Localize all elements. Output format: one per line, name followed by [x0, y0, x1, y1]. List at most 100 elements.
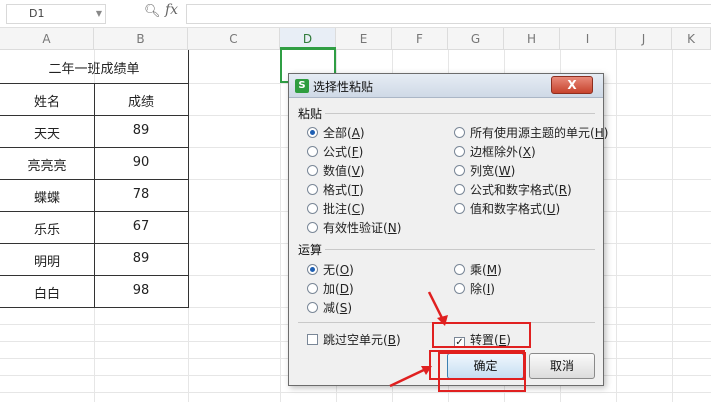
annotation-arrow-ok [389, 366, 432, 388]
name-box-value: D1 [29, 7, 45, 20]
radio-indicator [454, 146, 465, 157]
option-label: 批注 [323, 202, 348, 216]
radio-op-divide[interactable]: 除(I) [454, 280, 495, 297]
radio-op-none[interactable]: 无(O) [307, 261, 354, 278]
option-label: 减 [323, 301, 336, 315]
table-border [188, 50, 189, 308]
option-label: 除 [470, 282, 483, 296]
option-shortcut: N [387, 221, 397, 235]
zoom-search-icon[interactable]: 🔍︎ [144, 4, 161, 19]
radio-indicator [454, 283, 465, 294]
grid-line [0, 392, 711, 393]
radio-paste-validation[interactable]: 有效性验证(N) [307, 219, 401, 236]
cancel-button[interactable]: 取消 [529, 353, 595, 379]
col-header-h[interactable]: H [504, 28, 560, 50]
option-shortcut: R [558, 183, 568, 197]
name-box[interactable]: D1 ▼ [6, 4, 106, 24]
option-label: 公式 [323, 145, 348, 159]
option-label: 边框除外 [470, 145, 519, 159]
option-label: 无 [323, 263, 336, 277]
col-header-c[interactable]: C [188, 28, 280, 50]
option-label: 跳过空单元 [323, 333, 384, 347]
radio-paste-formulas-numbers[interactable]: 公式和数字格式(R) [454, 181, 572, 198]
radio-indicator [307, 222, 318, 233]
radio-paste-values-numbers[interactable]: 值和数字格式(U) [454, 200, 560, 217]
radio-op-multiply[interactable]: 乘(M) [454, 261, 502, 278]
section-divider [325, 249, 595, 250]
radio-indicator [454, 264, 465, 275]
table-cell-score: 89 [132, 123, 150, 138]
table-cell-name: 白白 [33, 287, 60, 302]
radio-indicator [307, 302, 318, 313]
radio-paste-formulas[interactable]: 公式(F) [307, 143, 363, 160]
option-shortcut: X [522, 145, 531, 159]
option-shortcut: H [594, 126, 604, 140]
option-shortcut: C [351, 202, 361, 216]
radio-paste-comments[interactable]: 批注(C) [307, 200, 365, 217]
col-header-g[interactable]: G [448, 28, 504, 50]
option-shortcut: A [351, 126, 360, 140]
table-cell-score: 90 [132, 155, 150, 170]
option-label: 列宽 [470, 164, 495, 178]
radio-paste-column-widths[interactable]: 列宽(W) [454, 162, 515, 179]
radio-indicator [454, 184, 465, 195]
table-header-score: 成绩 [127, 95, 154, 110]
table-cell-score: 98 [132, 283, 150, 298]
radio-indicator [454, 165, 465, 176]
radio-paste-all[interactable]: 全部(A) [307, 124, 365, 141]
chevron-down-icon[interactable]: ▼ [96, 5, 102, 23]
radio-paste-formats[interactable]: 格式(T) [307, 181, 364, 198]
option-label: 数值 [323, 164, 348, 178]
radio-indicator [307, 127, 318, 138]
paste-section-title: 粘贴 [298, 107, 323, 121]
table-cell-name: 明明 [33, 255, 60, 270]
table-cell-score: 67 [132, 219, 150, 234]
option-label: 全部 [323, 126, 348, 140]
annotation-box-ok-outer [438, 352, 526, 392]
operation-section-title: 运算 [298, 243, 323, 257]
col-header-b[interactable]: B [94, 28, 188, 50]
option-shortcut: T [351, 183, 360, 197]
col-header-a[interactable]: A [0, 28, 94, 50]
grid-line [280, 50, 281, 402]
radio-paste-values[interactable]: 数值(V) [307, 162, 365, 179]
option-label: 公式和数字格式 [470, 183, 555, 197]
fx-icon[interactable]: fx [165, 2, 178, 18]
wps-app-icon: S [295, 79, 309, 93]
option-label: 格式 [323, 183, 348, 197]
radio-indicator [307, 184, 318, 195]
col-header-j[interactable]: J [616, 28, 672, 50]
radio-indicator [454, 203, 465, 214]
section-divider [325, 113, 595, 114]
col-header-e[interactable]: E [336, 28, 392, 50]
option-shortcut: S [339, 301, 348, 315]
table-title: 二年一班成绩单 [48, 62, 140, 77]
table-border [0, 307, 188, 308]
radio-indicator [307, 203, 318, 214]
radio-paste-source-theme[interactable]: 所有使用源主题的单元(H) [454, 124, 608, 141]
col-header-i[interactable]: I [560, 28, 616, 50]
checkbox-skip-blanks[interactable]: 跳过空单元(B) [307, 331, 401, 348]
dialog-title-bar[interactable]: S 选择性粘贴 X [289, 74, 603, 98]
formula-input[interactable] [186, 4, 711, 24]
grid-line [616, 50, 617, 402]
option-shortcut: M [486, 263, 498, 277]
option-shortcut: U [546, 202, 556, 216]
col-header-f[interactable]: F [392, 28, 448, 50]
close-button[interactable]: X [551, 76, 593, 94]
option-label: 有效性验证 [323, 221, 384, 235]
col-header-k[interactable]: K [672, 28, 711, 50]
radio-paste-no-borders[interactable]: 边框除外(X) [454, 143, 536, 160]
option-shortcut: V [351, 164, 360, 178]
radio-op-add[interactable]: 加(D) [307, 280, 354, 297]
table-cell-name: 蝶蝶 [33, 191, 60, 206]
option-shortcut: F [351, 145, 359, 159]
option-label: 乘 [470, 263, 483, 277]
formula-bar: D1 ▼ 🔍︎ fx [0, 0, 711, 28]
radio-indicator [454, 127, 465, 138]
radio-indicator [307, 146, 318, 157]
radio-op-subtract[interactable]: 减(S) [307, 299, 352, 316]
dialog-title: 选择性粘贴 [313, 80, 374, 94]
radio-indicator [307, 264, 318, 275]
table-cell-name: 天天 [33, 127, 60, 142]
